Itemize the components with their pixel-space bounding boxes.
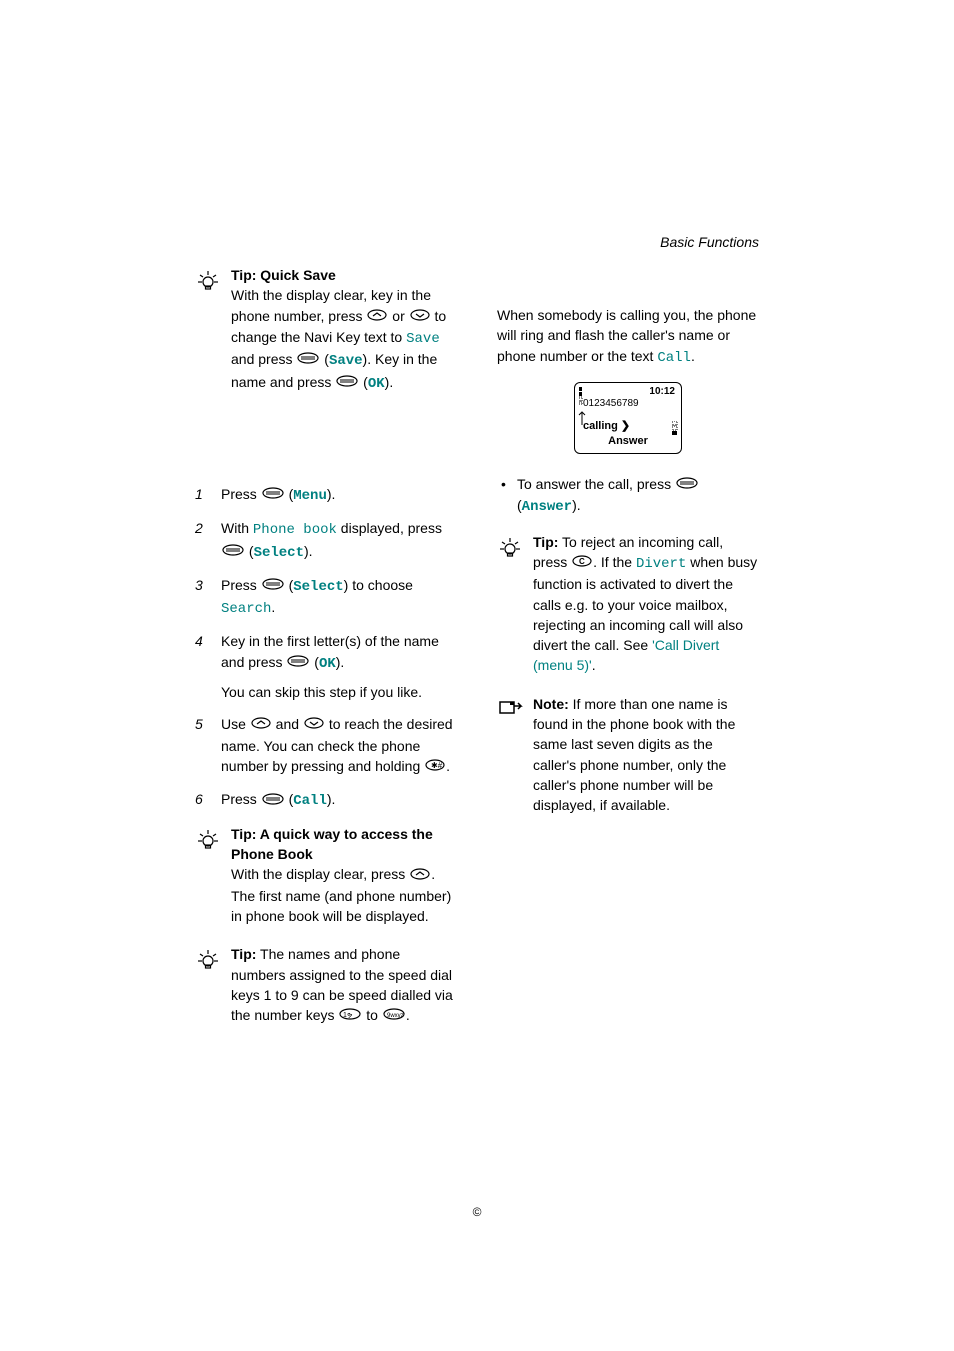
- right-column: When somebody is calling you, the phone …: [497, 235, 759, 1045]
- screen-number: 0123456789: [583, 397, 639, 412]
- step-3: 3 Press (Select) to choose Search.: [195, 575, 457, 620]
- screen-time: 10:12: [649, 385, 675, 400]
- c-key-icon: [572, 552, 592, 572]
- navdown-icon: [410, 306, 430, 326]
- left-column: Tip: Quick Save With the display clear, …: [195, 235, 457, 1045]
- bulb-icon: [195, 824, 223, 927]
- page-header: Basic Functions: [660, 232, 759, 252]
- tip-quick-save: Tip: Quick Save With the display clear, …: [195, 265, 457, 394]
- step-4-sub: You can skip this step if you like.: [221, 682, 457, 702]
- tip-text: With the display clear, key in the phone…: [231, 285, 457, 394]
- note-text: Note: If more than one name is found in …: [533, 694, 759, 816]
- softkey-icon: [287, 652, 309, 672]
- battery-icon: [672, 421, 678, 435]
- step-5: 5 Use and to reach the desired name. You…: [195, 714, 457, 777]
- answer-list: To answer the call, press (Answer).: [497, 474, 759, 518]
- softkey-icon: [262, 575, 284, 595]
- page-body: Tip: Quick Save With the display clear, …: [0, 0, 954, 1105]
- screen-softkey: Answer: [575, 434, 681, 450]
- steps-list: 1 Press (Menu). 2 With Phone book displa…: [195, 484, 457, 812]
- note-block: Note: If more than one name is found in …: [497, 694, 759, 816]
- intro-text: When somebody is calling you, the phone …: [497, 305, 759, 368]
- softkey-icon: [676, 474, 698, 494]
- softkey-icon: [262, 484, 284, 504]
- softkey-icon: [336, 372, 358, 392]
- softkey-icon: [222, 541, 244, 561]
- tip-quick-access: Tip: A quick way to access the Phone Boo…: [195, 824, 457, 927]
- navup-icon: [251, 714, 271, 734]
- tip-text: Tip: The names and phone numbers assigne…: [231, 944, 457, 1026]
- answer-item: To answer the call, press (Answer).: [497, 474, 759, 518]
- softkey-icon: [262, 790, 284, 810]
- note-icon: [497, 694, 525, 816]
- tip-title: Tip: Quick Save: [231, 265, 457, 285]
- bulb-icon: [195, 265, 223, 394]
- key-9-icon: [383, 1005, 405, 1025]
- tip-text: With the display clear, press . The firs…: [231, 864, 457, 926]
- bulb-icon: [497, 532, 525, 676]
- tip-speed-dial: Tip: The names and phone numbers assigne…: [195, 944, 457, 1026]
- phone-screen: 10:12 0123456789 calling ❯ Answer: [574, 382, 682, 454]
- step-2: 2 With Phone book displayed, press (Sele…: [195, 518, 457, 563]
- navup-icon: [367, 306, 387, 326]
- tip-title: Tip: A quick way to access the Phone Boo…: [231, 824, 457, 865]
- step-4: 4 Key in the first letter(s) of the name…: [195, 631, 457, 702]
- footer-copyright: ©: [0, 1204, 954, 1221]
- step-1: 1 Press (Menu).: [195, 484, 457, 506]
- tip-reject: Tip: To reject an incoming call, press .…: [497, 532, 759, 676]
- tip-text: Tip: To reject an incoming call, press .…: [533, 532, 759, 676]
- step-6: 6 Press (Call).: [195, 789, 457, 811]
- key-1-icon: [339, 1005, 361, 1025]
- screen-calling: calling ❯: [583, 419, 630, 435]
- star-hash-icon: [425, 756, 445, 776]
- navup-icon: [410, 865, 430, 885]
- bulb-icon: [195, 944, 223, 1026]
- softkey-icon: [297, 349, 319, 369]
- navdown-icon: [304, 714, 324, 734]
